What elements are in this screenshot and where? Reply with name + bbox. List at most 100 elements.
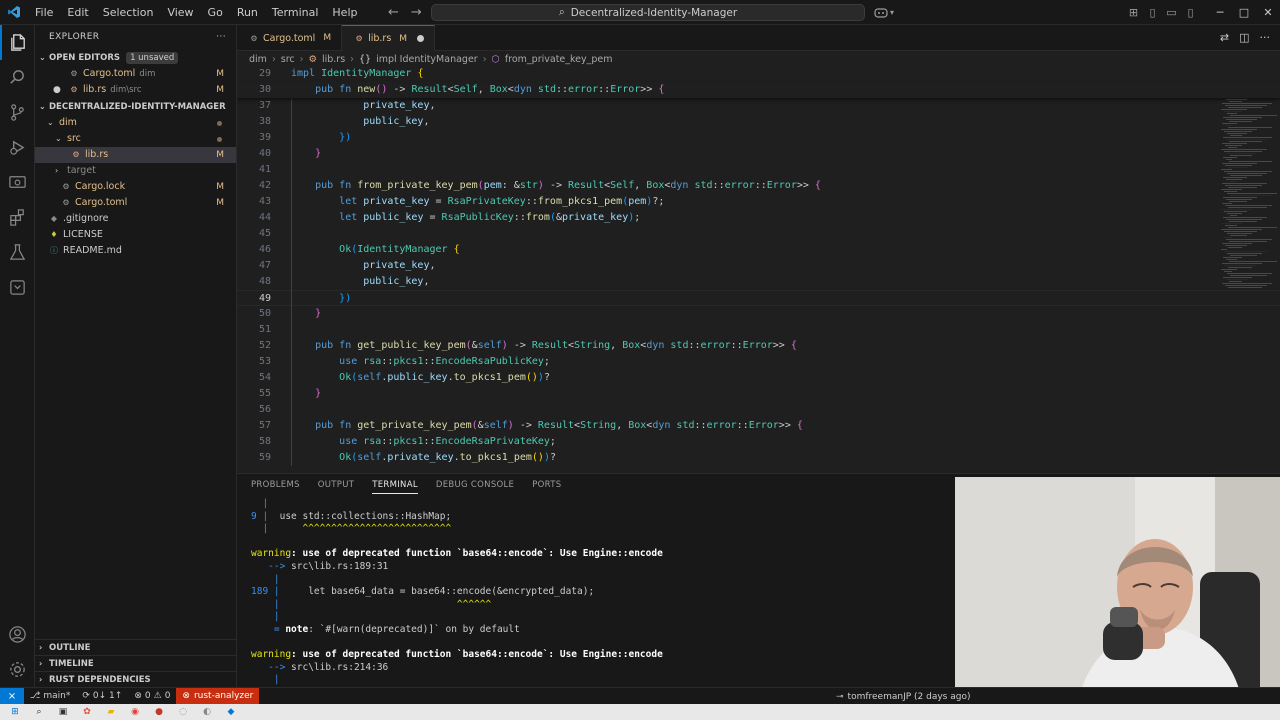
open-editors-header[interactable]: ⌄ OPEN EDITORS 1 unsaved [35,50,236,66]
back-arrow-icon[interactable]: ← [388,5,399,20]
toggle-secondary-sidebar-icon[interactable]: ▯ [1181,6,1200,19]
minimap[interactable] [1217,67,1280,471]
code-line[interactable]: 45 [237,226,1280,242]
rust-analyzer-status[interactable]: ⊗ rust-analyzer [176,687,260,705]
git-blame-status[interactable]: ⊸ tomfreemanJP (2 days ago) [836,688,970,705]
code-line[interactable]: 39 }) [237,130,1280,146]
code-line[interactable]: 40 } [237,146,1280,162]
remote-indicator-icon[interactable]: ⨯ [0,687,24,705]
windows-start-icon[interactable]: ⊞ [8,706,22,718]
code-line[interactable]: 53 use rsa::pkcs1::EncodeRsaPublicKey; [237,354,1280,370]
code-line[interactable]: 51 [237,322,1280,338]
panel-tab-terminal[interactable]: TERMINAL [372,480,418,494]
chrome-icon[interactable]: ◉ [128,706,142,718]
outline-header[interactable]: › OUTLINE [35,639,237,655]
more-actions-icon[interactable]: ··· [216,25,226,50]
unsaved-dot-icon[interactable] [417,35,425,42]
menu-terminal[interactable]: Terminal [265,0,326,25]
code-line[interactable]: 58 use rsa::pkcs1::EncodeRsaPrivateKey; [237,434,1280,450]
manage-gear-icon[interactable] [0,652,35,687]
github-actions-icon[interactable] [0,270,35,305]
menu-view[interactable]: View [160,0,200,25]
code-line[interactable]: 57 pub fn get_private_key_pem(&self) -> … [237,418,1280,434]
copilot-icon[interactable]: ▾ [874,0,894,25]
split-editor-icon[interactable]: ◫ [1239,31,1249,44]
rust-dependencies-header[interactable]: › RUST DEPENDENCIES [35,671,237,687]
menu-run[interactable]: Run [230,0,265,25]
folder-src[interactable]: ⌄ src [35,131,236,147]
code-line[interactable]: 56 [237,402,1280,418]
panel-tab-debug-console[interactable]: DEBUG CONSOLE [436,480,514,490]
panel-tab-ports[interactable]: PORTS [532,480,561,490]
menu-help[interactable]: Help [325,0,364,25]
minimize-icon[interactable]: ─ [1208,0,1232,25]
sync-status[interactable]: ⟳ 0↓ 1↑ [76,691,128,701]
close-icon[interactable]: ✕ [1256,0,1280,25]
open-changes-icon[interactable]: ⇄ [1220,31,1229,44]
project-header[interactable]: ⌄ DECENTRALIZED-IDENTITY-MANAGER [35,99,236,115]
breadcrumb-item[interactable]: impl IdentityManager [376,54,478,65]
tab-cargo-toml[interactable]: ⚙ Cargo.toml M [237,25,343,51]
menu-selection[interactable]: Selection [96,0,161,25]
accounts-icon[interactable] [0,617,35,652]
breadcrumb-item[interactable]: lib.rs [322,54,345,65]
more-actions-icon[interactable]: ··· [1260,31,1271,44]
unsaved-dot-icon[interactable]: ● [53,82,67,98]
code-line[interactable]: 41 [237,162,1280,178]
folder-dim[interactable]: ⌄ dim [35,115,236,131]
code-line[interactable]: 59 Ok(self.private_key.to_pkcs1_pem())? [237,450,1280,466]
file-lib-rs[interactable]: ⚙ lib.rs M [35,147,236,163]
app-icon[interactable]: ◌ [176,706,190,718]
maximize-icon[interactable]: □ [1232,0,1256,25]
code-line[interactable]: 29 impl IdentityManager { [237,67,1280,82]
open-editor-item[interactable]: ⚙ Cargo.toml dim M [35,66,236,82]
breadcrumb-item[interactable]: src [281,54,295,65]
app-icon[interactable]: ◐ [200,706,214,718]
code-line[interactable]: 42 pub fn from_private_key_pem(pem: &str… [237,178,1280,194]
code-line[interactable]: 44 let public_key = RsaPublicKey::from(&… [237,210,1280,226]
task-view-icon[interactable]: ▣ [56,706,70,718]
file-readme[interactable]: ⓘ README.md [35,243,236,259]
panel-tab-output[interactable]: OUTPUT [318,480,354,490]
menu-file[interactable]: File [28,0,60,25]
code-line[interactable]: 54 Ok(self.public_key.to_pkcs1_pem())? [237,370,1280,386]
folder-target[interactable]: › target [35,163,236,179]
open-editor-item[interactable]: ● ⚙ lib.rs dim\src M [35,82,236,98]
menu-edit[interactable]: Edit [60,0,95,25]
code-line[interactable]: 49 }) [237,290,1280,306]
code-line[interactable]: 30 pub fn new() -> Result<Self, Box<dyn … [237,82,1280,98]
file-license[interactable]: ♦ LICENSE [35,227,236,243]
vscode-taskbar-icon[interactable]: ◆ [224,706,238,718]
file-gitignore[interactable]: ◆ .gitignore [35,211,236,227]
breadcrumb-item[interactable]: from_private_key_pem [505,54,613,65]
testing-icon[interactable] [0,235,35,270]
toggle-panel-icon[interactable]: ▭ [1162,6,1181,19]
file-explorer-icon[interactable]: ▰ [104,706,118,718]
code-line[interactable]: 46 Ok(IdentityManager { [237,242,1280,258]
problems-status[interactable]: ⊗ 0 ⚠ 0 [128,691,176,701]
run-debug-icon[interactable] [0,130,35,165]
panel-tab-problems[interactable]: PROBLEMS [251,480,300,490]
code-line[interactable]: 50 } [237,306,1280,322]
app-icon[interactable]: ● [152,706,166,718]
command-center[interactable]: ⌕ Decentralized-Identity-Manager [431,4,865,21]
menu-go[interactable]: Go [201,0,230,25]
code-line[interactable]: 38 public_key, [237,114,1280,130]
customize-layout-icon[interactable]: ⊞ [1124,6,1143,19]
search-icon[interactable] [0,60,35,95]
code-line[interactable]: 52 pub fn get_public_key_pem(&self) -> R… [237,338,1280,354]
code-line[interactable]: 47 private_key, [237,258,1280,274]
remote-explorer-icon[interactable] [0,165,35,200]
terminal-output[interactable]: | 9 | use std::collections::HashMap; | ^^… [251,498,951,687]
file-cargo-toml[interactable]: ⚙ Cargo.toml M [35,195,236,211]
breadcrumb-item[interactable]: dim [249,54,267,65]
app-icon[interactable]: ✿ [80,706,94,718]
explorer-icon[interactable] [0,25,35,60]
file-cargo-lock[interactable]: ⚙ Cargo.lock M [35,179,236,195]
code-line[interactable]: 55 } [237,386,1280,402]
source-control-icon[interactable] [0,95,35,130]
search-icon[interactable]: ⌕ [32,706,46,718]
toggle-primary-sidebar-icon[interactable]: ▯ [1143,6,1162,19]
code-line[interactable]: 37 private_key, [237,98,1280,114]
extensions-icon[interactable] [0,200,35,235]
